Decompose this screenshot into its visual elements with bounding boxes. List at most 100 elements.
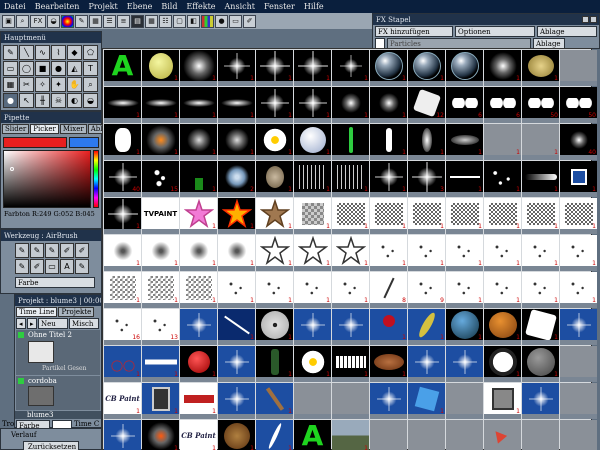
- list-icon[interactable]: ☷: [159, 14, 172, 28]
- brush-preset-cell[interactable]: A: [104, 50, 141, 86]
- brush-preset-cell[interactable]: 40: [560, 124, 597, 160]
- fx-button[interactable]: FX: [30, 14, 46, 28]
- brush-preset-cell[interactable]: 1: [180, 272, 217, 308]
- brush-preset-cell[interactable]: [446, 346, 483, 382]
- brush-preset-cell[interactable]: 1: [256, 87, 293, 123]
- brush-preset-cell[interactable]: [522, 383, 559, 419]
- brush-preset-cell[interactable]: 1: [408, 383, 445, 419]
- brush-preset-cell[interactable]: 1: [218, 235, 255, 271]
- brush-preset-cell[interactable]: 1: [294, 50, 331, 86]
- brush-preset-cell[interactable]: 50: [522, 87, 559, 123]
- zoom-tool-icon[interactable]: ⌕: [83, 77, 98, 92]
- brush-preset-cell[interactable]: 1: [180, 198, 217, 234]
- menu-datei[interactable]: Datei: [4, 2, 26, 11]
- brush-preset-cell[interactable]: 50: [560, 87, 597, 123]
- brush-preset-cell[interactable]: 2: [218, 161, 255, 197]
- record-tool-icon[interactable]: ●: [3, 93, 18, 108]
- brush-preset-cell[interactable]: 1: [484, 309, 521, 345]
- brush-preset-cell[interactable]: 1: [142, 50, 179, 86]
- cut-tool-icon[interactable]: ✂: [19, 77, 34, 92]
- brush-preset-cell[interactable]: [560, 346, 597, 382]
- brush-preset-cell[interactable]: [408, 346, 445, 382]
- brush-preset-cell[interactable]: 1: [484, 383, 521, 419]
- brush-preset-cell[interactable]: [294, 309, 331, 345]
- palette-tool-icon[interactable]: ◐: [67, 93, 82, 108]
- pen-tool-icon[interactable]: ✎: [3, 45, 18, 60]
- brush-preset-cell[interactable]: TVPAINT: [142, 198, 179, 234]
- brush-preset-cell[interactable]: 1: [180, 50, 217, 86]
- tab-projekte[interactable]: Projekte: [58, 307, 95, 317]
- brush-preset-cell[interactable]: 1: [104, 235, 141, 271]
- menu-projekt[interactable]: Projekt: [88, 2, 117, 11]
- close-icon[interactable]: [590, 16, 597, 23]
- brush-preset-cell[interactable]: 1: [446, 272, 483, 308]
- brush-preset-cell[interactable]: 1: [484, 161, 521, 197]
- brush-icon[interactable]: ✎: [75, 14, 88, 28]
- layer-visible-icon[interactable]: [18, 332, 24, 338]
- brush-preset-cell[interactable]: [332, 309, 369, 345]
- brush-preset-cell[interactable]: 1: [332, 272, 369, 308]
- brush-preset-cell[interactable]: 1: [256, 161, 293, 197]
- brush-preset-cell[interactable]: 1: [522, 235, 559, 271]
- brush-preset-cell[interactable]: [560, 420, 597, 450]
- secondary-color-swatch[interactable]: [69, 137, 99, 148]
- brush-preset-1-icon[interactable]: ✎: [15, 243, 29, 258]
- layer-row-2[interactable]: cordoba: [16, 376, 100, 410]
- brush-preset-cell[interactable]: 1: [104, 346, 141, 382]
- brush-preset-cell[interactable]: 1: [256, 50, 293, 86]
- hand-tool-icon[interactable]: ✋: [67, 77, 82, 92]
- curve-tool-icon[interactable]: ∿: [35, 45, 50, 60]
- brush-preset-cell[interactable]: [370, 383, 407, 419]
- brush-preset-cell[interactable]: 1: [104, 272, 141, 308]
- brush-preset-cell[interactable]: 1: [180, 124, 217, 160]
- brush-preset-cell[interactable]: 1: [522, 272, 559, 308]
- magic-tool-icon[interactable]: ✦: [51, 77, 66, 92]
- layer2-visible-icon[interactable]: [18, 378, 24, 384]
- brush-preset-cell[interactable]: 1: [142, 383, 179, 419]
- brush-preset-cell[interactable]: 1: [142, 272, 179, 308]
- brush-preset-10-icon[interactable]: ✎: [75, 259, 89, 274]
- brush-preset-cell[interactable]: 1: [332, 235, 369, 271]
- brush-preset-cell[interactable]: 1: [256, 124, 293, 160]
- menu-hilfe[interactable]: Hilfe: [304, 2, 324, 11]
- fx-options-dropdown[interactable]: Optionen: [455, 26, 535, 37]
- brush-preset-cell[interactable]: 1: [218, 50, 255, 86]
- brush-preset-cell[interactable]: 8: [370, 272, 407, 308]
- rect-tool-icon[interactable]: ▭: [3, 61, 18, 76]
- brush-preset-cell[interactable]: [560, 383, 597, 419]
- hue-slider[interactable]: [93, 150, 99, 208]
- brush-preset-cell[interactable]: 1: [560, 235, 597, 271]
- brush-preset-cell[interactable]: 1: [370, 87, 407, 123]
- poly-tool-icon[interactable]: ⬠: [83, 45, 98, 60]
- brush-preset-cell[interactable]: [180, 309, 217, 345]
- brush-preset-cell[interactable]: 6: [446, 87, 483, 123]
- palette-icon[interactable]: [61, 14, 74, 28]
- brush-preset-cell[interactable]: 1: [484, 235, 521, 271]
- ellipse-tool-icon[interactable]: ◯: [19, 61, 34, 76]
- brush-preset-cell[interactable]: 1: [522, 124, 559, 160]
- brush-preset-cell[interactable]: 1: [332, 161, 369, 197]
- brush-preset-cell[interactable]: 1: [180, 87, 217, 123]
- brush-preset-cell[interactable]: 1: [180, 161, 217, 197]
- brush-preset-cell[interactable]: 13: [142, 309, 179, 345]
- brush-preset-7-icon[interactable]: ✐: [30, 259, 44, 274]
- brush-preset-cell[interactable]: 12: [408, 87, 445, 123]
- brush-preset-cell[interactable]: CB Paint 1: [104, 383, 141, 419]
- brush-preset-cell[interactable]: [560, 50, 597, 86]
- panel-icon[interactable]: ▤: [131, 14, 144, 28]
- brush-preset-cell[interactable]: [218, 383, 255, 419]
- ruler-tool-icon[interactable]: ╫: [35, 93, 50, 108]
- layer-prev-icon[interactable]: ◂: [16, 318, 26, 329]
- fx-store-dropdown[interactable]: Ablage: [537, 26, 597, 37]
- brush-preset-cell[interactable]: 16: [104, 309, 141, 345]
- picker-cursor-icon[interactable]: [10, 167, 14, 171]
- drop-icon[interactable]: ◒: [47, 14, 60, 28]
- menu-ebene[interactable]: Ebene: [127, 2, 153, 11]
- brush-preset-cell[interactable]: [332, 124, 369, 160]
- brush-preset-cell[interactable]: 1: [408, 50, 445, 86]
- brush-preset-cell[interactable]: 1: [332, 420, 369, 450]
- layer-row-1[interactable]: Ohne Titel 2 Partikel Gesen: [16, 330, 100, 375]
- brush-preset-cell[interactable]: 1: [218, 124, 255, 160]
- brush-preset-cell[interactable]: 1: [484, 198, 521, 234]
- menu-ansicht[interactable]: Ansicht: [225, 2, 255, 11]
